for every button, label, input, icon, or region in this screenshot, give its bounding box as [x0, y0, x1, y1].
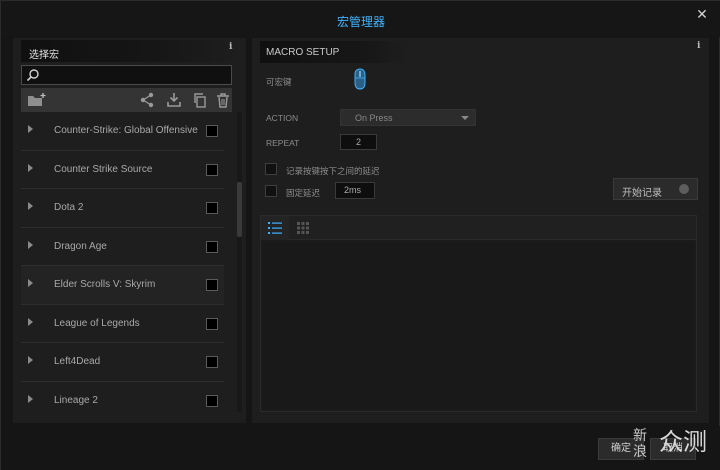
list-item[interactable]: Counter-Strike: Global Offensive: [21, 112, 224, 151]
list-item-label: Counter Strike Source: [54, 163, 153, 175]
list-item[interactable]: Lineage 2: [21, 382, 224, 413]
expand-arrow-icon[interactable]: [28, 240, 33, 249]
list-item[interactable]: Dragon Age: [21, 228, 224, 266]
footer: 确定 取消: [1, 426, 720, 470]
list-item-label: Dota 2: [54, 202, 84, 213]
grid-icon: [297, 222, 309, 234]
list-item-label: Dragon Age: [54, 240, 107, 252]
download-icon[interactable]: [166, 92, 182, 108]
title-bar: 宏管理器 ✕: [1, 1, 720, 37]
info-icon[interactable]: i: [697, 41, 700, 51]
panel-header: MACRO SETUP: [260, 41, 410, 63]
item-checkbox[interactable]: [206, 317, 218, 330]
expand-arrow-icon[interactable]: [28, 125, 33, 133]
search-icon: [26, 69, 39, 82]
expand-arrow-icon[interactable]: [28, 202, 33, 210]
close-icon[interactable]: ✕: [693, 5, 711, 23]
list-view-tab[interactable]: [261, 216, 289, 240]
share-icon[interactable]: [139, 92, 155, 108]
window-title: 宏管理器: [336, 15, 385, 29]
macro-event-area[interactable]: [263, 242, 694, 409]
action-value: On Press: [355, 113, 393, 123]
action-select[interactable]: On Press: [340, 109, 476, 126]
record-delay-checkbox[interactable]: [265, 163, 277, 175]
list-item-label: Elder Scrolls V: Skyrim: [54, 279, 156, 290]
scrollbar-thumb[interactable]: [237, 182, 242, 237]
repeat-label: REPEAT: [266, 138, 300, 148]
expand-arrow-icon[interactable]: [28, 394, 33, 403]
list-item[interactable]: Dota 2: [21, 189, 224, 228]
trash-icon[interactable]: [215, 92, 231, 108]
panel-title: 选择宏: [29, 50, 59, 61]
fixed-delay-label: 固定延迟: [286, 188, 321, 198]
fixed-delay-checkbox[interactable]: [265, 185, 277, 197]
watermark: 新 浪 众测: [627, 421, 720, 470]
list-icon: [268, 222, 282, 234]
list-item[interactable]: Counter Strike Source: [21, 151, 224, 189]
expand-arrow-icon[interactable]: [28, 317, 33, 326]
item-checkbox[interactable]: [206, 202, 218, 214]
search-input[interactable]: [21, 65, 232, 85]
watermark-zhongce: 众测: [659, 429, 707, 456]
chevron-down-icon: [461, 116, 469, 120]
start-record-button[interactable]: 开始记录: [613, 178, 698, 200]
record-toggle-icon: [679, 184, 689, 194]
watermark-sina: 新 浪: [633, 427, 647, 459]
keys-label: 可宏键: [266, 77, 292, 87]
action-label: ACTION: [266, 113, 299, 123]
macro-editor: [260, 215, 697, 412]
expand-arrow-icon[interactable]: [28, 279, 33, 287]
start-record-label: 开始记录: [622, 188, 662, 199]
editor-tabs: [261, 216, 696, 240]
item-checkbox[interactable]: [206, 125, 218, 137]
item-checkbox[interactable]: [206, 240, 218, 253]
record-delay-label: 记录按键按下之间的延迟: [286, 166, 380, 176]
macro-list: Counter-Strike: Global Offensive Counter…: [21, 112, 224, 412]
item-checkbox[interactable]: [206, 279, 218, 291]
panel-header: 选择宏: [21, 40, 241, 62]
mouse-icon[interactable]: [352, 68, 368, 90]
list-item-label: League of Legends: [54, 317, 140, 329]
macro-select-panel: 选择宏 i Counter-Strike: Global Offensive C…: [13, 38, 246, 423]
item-checkbox[interactable]: [206, 356, 218, 368]
expand-arrow-icon[interactable]: [28, 356, 33, 364]
grid-view-tab[interactable]: [289, 216, 317, 240]
macro-setup-panel: MACRO SETUP i 可宏键 ACTION On Press REPEAT…: [252, 38, 709, 423]
list-item[interactable]: Left4Dead: [21, 343, 224, 382]
list-item-label: Lineage 2: [54, 394, 98, 406]
list-item[interactable]: League of Legends: [21, 305, 224, 343]
macro-toolbar: [21, 88, 232, 112]
add-folder-icon[interactable]: [27, 92, 47, 108]
list-item[interactable]: Elder Scrolls V: Skyrim: [21, 266, 224, 305]
scrollbar[interactable]: [237, 112, 242, 412]
expand-arrow-icon[interactable]: [28, 163, 33, 172]
panel-title: MACRO SETUP: [266, 47, 340, 58]
macro-manager-window: 宏管理器 ✕ 选择宏 i Counter-Strike: Global Offe…: [0, 0, 720, 470]
copy-icon[interactable]: [192, 92, 208, 108]
item-checkbox[interactable]: [206, 394, 218, 407]
repeat-input[interactable]: 2: [340, 134, 377, 150]
list-item-label: Counter-Strike: Global Offensive: [54, 125, 198, 136]
info-icon[interactable]: i: [229, 42, 232, 52]
item-checkbox[interactable]: [206, 163, 218, 176]
fixed-delay-input[interactable]: 2ms: [335, 182, 375, 199]
list-item-label: Left4Dead: [54, 356, 101, 367]
